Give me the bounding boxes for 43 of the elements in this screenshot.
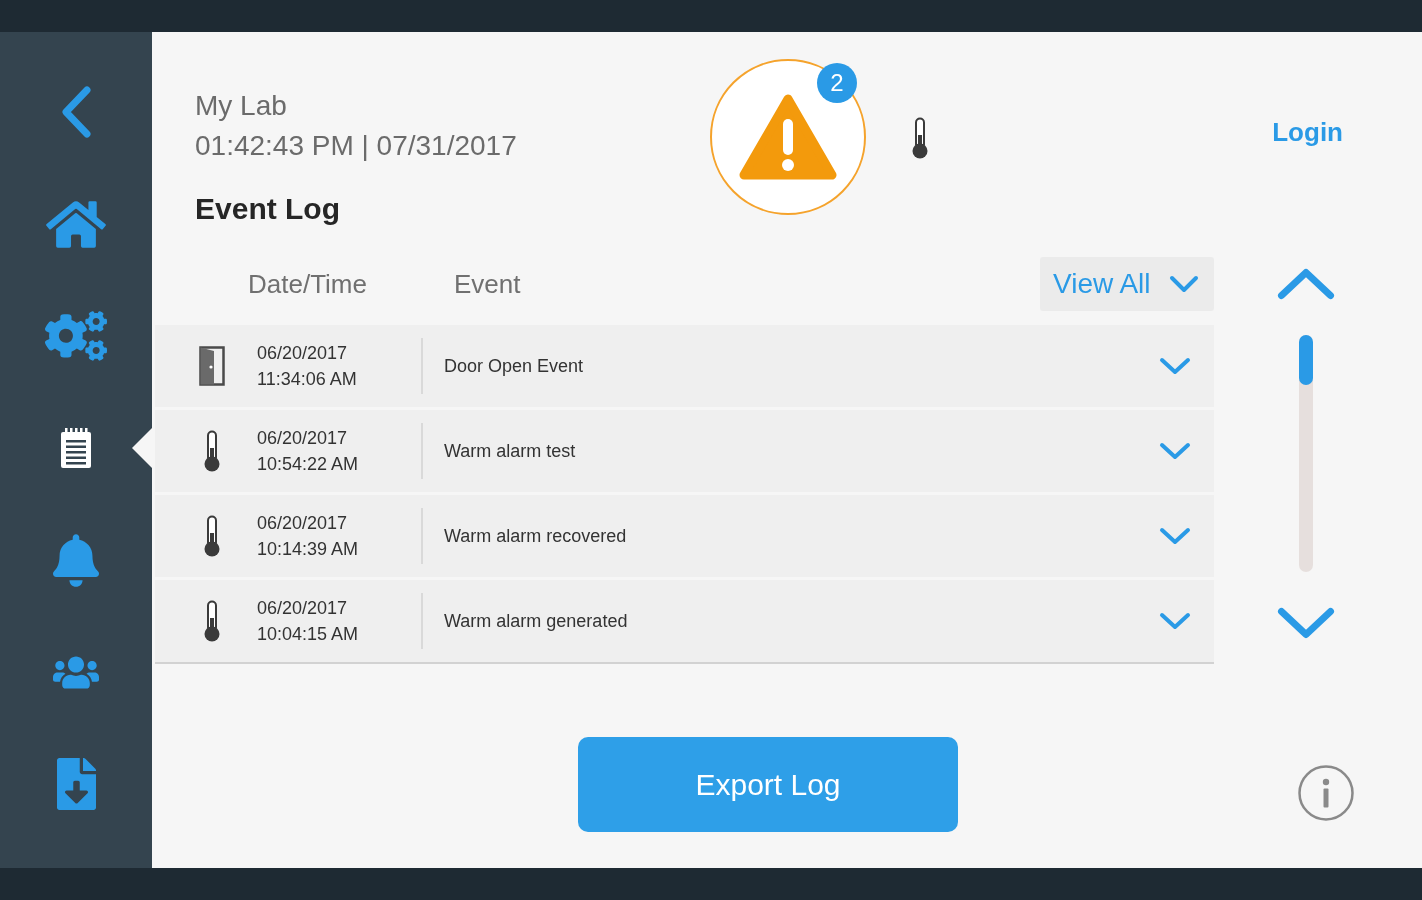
- login-link[interactable]: Login: [1272, 116, 1343, 148]
- column-header: Date/Time: [248, 268, 367, 299]
- export-log-button[interactable]: Export Log: [578, 737, 958, 832]
- event-text: Warm alarm generated: [444, 609, 628, 633]
- notepad-icon[interactable]: [60, 427, 92, 469]
- thermometer-icon: [203, 600, 221, 642]
- date-text: 06/20/2017: [257, 512, 348, 535]
- time-text: 10:04:15 AM: [257, 623, 359, 646]
- event-text: Door Open Event: [444, 354, 584, 378]
- thermometer-icon: [203, 430, 221, 472]
- back-icon[interactable]: [59, 85, 93, 139]
- thermometer-icon: [203, 515, 221, 557]
- time-text: 11:34:06 AM: [257, 368, 357, 391]
- info-icon[interactable]: [1298, 765, 1354, 821]
- file-download-icon[interactable]: [56, 758, 96, 810]
- users-icon[interactable]: [53, 653, 99, 691]
- gears-icon[interactable]: [45, 311, 107, 361]
- warning-icon: [739, 94, 837, 180]
- alert-button[interactable]: 2: [710, 59, 866, 215]
- date-text: 06/20/2017: [257, 427, 348, 450]
- page-title: Event Log: [195, 191, 340, 227]
- column-header: Event: [454, 267, 521, 301]
- location-text: My Lab: [195, 89, 287, 123]
- date-text: 06/20/2017: [257, 597, 348, 620]
- thermometer-icon: [911, 117, 929, 159]
- event-text: Warm alarm test: [444, 439, 576, 463]
- chevron-down-icon[interactable]: [1159, 357, 1191, 375]
- clock-text: 01:42:43 PM | 07/31/2017: [195, 129, 517, 163]
- scrollbar-thumb[interactable]: [1299, 335, 1313, 385]
- chevron-down-icon: [1168, 275, 1199, 293]
- chevron-down-icon[interactable]: [1159, 612, 1191, 630]
- chevron-down-icon[interactable]: [1159, 442, 1191, 460]
- bell-icon[interactable]: [53, 533, 99, 587]
- chevron-up-icon[interactable]: [1277, 268, 1335, 300]
- chevron-down-icon[interactable]: [1277, 607, 1335, 639]
- date-text: 06/20/2017: [257, 342, 348, 365]
- time-text: 10:54:22 AM: [257, 453, 359, 476]
- chevron-down-icon[interactable]: [1159, 527, 1191, 545]
- count-badge: 2: [817, 63, 857, 103]
- time-text: 10:14:39 AM: [257, 538, 359, 561]
- filter-dropdown[interactable]: View All: [1040, 257, 1214, 311]
- door-icon: [199, 346, 225, 386]
- event-text: Warm alarm recovered: [444, 524, 627, 548]
